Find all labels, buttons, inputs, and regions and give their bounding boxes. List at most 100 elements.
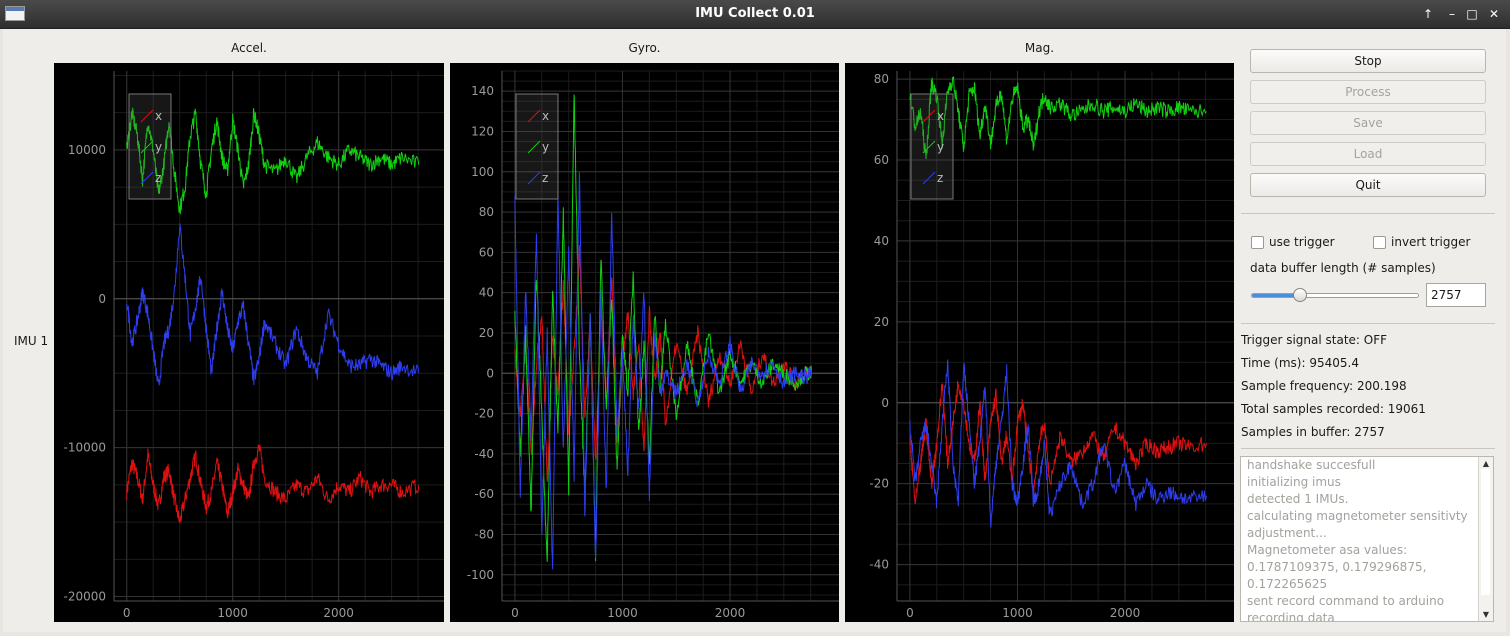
x-tick-label: 2000 <box>323 606 354 620</box>
close-icon[interactable]: ✕ <box>1485 6 1503 22</box>
imu-row-label: IMU 1 <box>14 334 49 348</box>
plot-canvas: 80 60 40 20 0 -20 -40 0 1000 2000 x y z <box>869 71 1234 620</box>
y-tick-label: -80 <box>474 527 494 541</box>
invert-trigger-label[interactable]: invert trigger <box>1391 235 1470 249</box>
window-title: IMU Collect 0.01 <box>695 6 815 21</box>
plot-canvas: 140 120 100 80 60 40 20 0 -20 -40 -60 -80 -100 0 1000 2… <box>467 70 839 620</box>
y-tick-label: 60 <box>874 153 889 167</box>
x-tick-label: 1000 <box>217 606 248 620</box>
buffer-length-spinbox[interactable]: 2757 <box>1426 283 1486 307</box>
y-tick-label: 10000 <box>68 143 106 157</box>
y-tick-label: 80 <box>874 72 889 86</box>
series-line-x <box>126 444 420 524</box>
x-tick-label: 2000 <box>715 606 746 620</box>
separator <box>1241 323 1495 324</box>
legend-label-y: y <box>155 140 162 154</box>
x-tick-label: 2000 <box>1110 606 1141 620</box>
y-tick-label: 0 <box>881 396 889 410</box>
log-line: detected 1 IMUs. <box>1247 492 1349 506</box>
maximize-icon[interactable]: □ <box>1463 6 1481 22</box>
save-button[interactable]: Save <box>1250 111 1486 135</box>
scroll-down-icon[interactable]: ▼ <box>1479 610 1493 619</box>
minimize-icon[interactable]: – <box>1443 6 1461 22</box>
log-line: calculating magnetometer sensitivty <box>1247 509 1468 523</box>
y-tick-label: 0 <box>98 292 106 306</box>
separator <box>1241 448 1495 449</box>
legend-label-y: y <box>542 140 549 154</box>
log-scrollbar[interactable]: ▲ ▼ <box>1478 457 1493 621</box>
legend-label-z: z <box>155 171 161 185</box>
x-tick-label: 1000 <box>607 606 638 620</box>
legend-box <box>910 93 954 200</box>
log-line: adjustment... <box>1247 526 1327 540</box>
separator <box>1241 213 1495 214</box>
legend-label-z: z <box>542 171 548 185</box>
log-line: 0.1787109375, 0.179296875, <box>1247 560 1427 574</box>
series-line-y <box>909 76 1207 160</box>
scroll-thumb[interactable] <box>1481 469 1490 595</box>
load-button[interactable]: Load <box>1250 142 1486 166</box>
title-bar: IMU Collect 0.01 ↑ – □ ✕ <box>0 0 1510 29</box>
mag-plot[interactable]: 80 60 40 20 0 -20 -40 0 1000 2000 x y z <box>845 63 1234 622</box>
y-tick-label: -20000 <box>63 590 106 604</box>
log-line: recording data <box>1247 611 1335 622</box>
accel-plot-title: Accel. <box>231 41 267 55</box>
trigger-state-text: Trigger signal state: OFF <box>1241 333 1388 347</box>
x-tick-label: 0 <box>123 606 131 620</box>
y-tick-label: -10000 <box>63 441 106 455</box>
keep-above-icon[interactable]: ↑ <box>1419 6 1437 22</box>
invert-trigger-checkbox[interactable] <box>1373 236 1386 249</box>
gyro-plot-title: Gyro. <box>628 41 661 55</box>
mag-plot-title: Mag. <box>1024 41 1055 55</box>
legend-label-z: z <box>937 171 943 185</box>
scroll-up-icon[interactable]: ▲ <box>1479 459 1493 468</box>
y-tick-label: -60 <box>474 487 494 501</box>
y-tick-label: 80 <box>479 205 494 219</box>
x-tick-label: 1000 <box>1002 606 1033 620</box>
log-line: initializing imus <box>1247 475 1341 489</box>
series-line-x <box>909 380 1207 505</box>
y-tick-label: 20 <box>874 315 889 329</box>
log-line: 0.172265625 <box>1247 577 1328 591</box>
legend-label-x: x <box>155 109 162 123</box>
y-tick-label: 0 <box>486 366 494 380</box>
use-trigger-label[interactable]: use trigger <box>1269 235 1335 249</box>
process-button[interactable]: Process <box>1250 80 1486 104</box>
total-samples-text: Total samples recorded: 19061 <box>1241 402 1426 416</box>
y-tick-label: 120 <box>471 124 494 138</box>
legend-box <box>515 93 559 200</box>
y-tick-label: 140 <box>471 84 494 98</box>
x-tick-label: 0 <box>906 606 914 620</box>
gyro-plot[interactable]: 140 120 100 80 60 40 20 0 -20 -40 -60 -80 -100 0 1000 2… <box>450 63 839 622</box>
buffer-length-label: data buffer length (# samples) <box>1250 261 1436 275</box>
legend-label-x: x <box>937 109 944 123</box>
stop-button[interactable]: Stop <box>1250 49 1486 73</box>
legend: x y z <box>515 93 559 200</box>
y-tick-label: -20 <box>869 477 889 491</box>
log-line: handshake succesfull <box>1247 458 1376 472</box>
plot-canvas: 10000 0 -10000 -20000 0 1000 2000 x y z <box>63 71 444 620</box>
legend: x y z <box>128 93 172 200</box>
sample-frequency-text: Sample frequency: 200.198 <box>1241 379 1407 393</box>
log-output[interactable]: handshake succesfull initializing imus d… <box>1240 456 1494 622</box>
y-tick-label: 20 <box>479 326 494 340</box>
log-line: Magnetometer asa values: <box>1247 543 1408 557</box>
legend-box <box>128 93 172 200</box>
legend-label-x: x <box>542 109 549 123</box>
log-line: sent record command to arduino <box>1247 594 1445 608</box>
y-tick-label: 60 <box>479 245 494 259</box>
accel-plot[interactable]: 10000 0 -10000 -20000 0 1000 2000 x y z <box>54 63 444 622</box>
legend-label-y: y <box>937 140 944 154</box>
y-tick-label: 40 <box>479 286 494 300</box>
slider-handle[interactable] <box>1293 288 1307 302</box>
series-line-y <box>514 94 812 562</box>
y-tick-label: -20 <box>474 407 494 421</box>
y-tick-label: -100 <box>467 568 494 582</box>
buffer-length-slider[interactable] <box>1251 293 1419 298</box>
y-tick-label: -40 <box>474 447 494 461</box>
buffer-samples-text: Samples in buffer: 2757 <box>1241 425 1385 439</box>
use-trigger-checkbox[interactable] <box>1251 236 1264 249</box>
x-tick-label: 0 <box>511 606 519 620</box>
quit-button[interactable]: Quit <box>1250 173 1486 197</box>
time-text: Time (ms): 95405.4 <box>1241 356 1359 370</box>
